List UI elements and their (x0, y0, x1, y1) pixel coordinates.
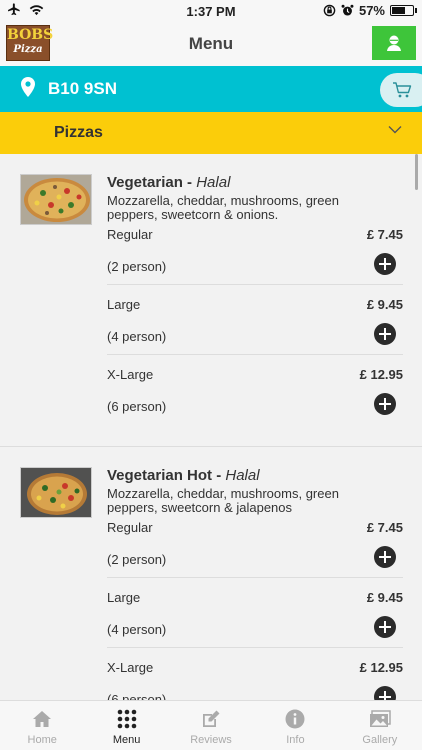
serves-label: (2 person) (107, 259, 167, 274)
pizza-photo (21, 175, 91, 224)
divider (107, 284, 403, 285)
size-label: X-Large (107, 367, 154, 382)
divider (107, 354, 403, 355)
price-label: £ 9.45 (366, 297, 403, 312)
app-header: BOBS Pizza Menu (0, 22, 422, 66)
battery-percent: 57% (358, 3, 385, 18)
status-right: 57% (323, 3, 417, 18)
price-label: £ 12.95 (359, 660, 403, 675)
tab-home[interactable]: Home (0, 701, 84, 750)
battery-level (392, 7, 405, 14)
divider (107, 577, 403, 578)
item-description: Mozzarella, cheddar, mushrooms, green pe… (107, 193, 339, 222)
size-option-xlarge: X-Large £ 12.95 (6 person) (107, 367, 403, 437)
cart-icon (393, 82, 412, 98)
info-icon (285, 709, 305, 729)
rotation-lock-icon (323, 4, 336, 17)
serves-label: (4 person) (107, 329, 167, 344)
category-selector[interactable]: Pizzas (0, 112, 422, 154)
serves-label: (6 person) (107, 399, 167, 414)
chevron-down-icon (388, 126, 402, 134)
user-icon (387, 35, 401, 51)
size-label: Large (107, 297, 141, 312)
price-label: £ 9.45 (366, 590, 403, 605)
serves-label: (2 person) (107, 552, 167, 567)
size-option-large: Large £ 9.45 (4 person) (107, 297, 403, 367)
halal-tag: Halal (225, 467, 260, 484)
tab-label: Reviews (190, 734, 232, 746)
serves-label: (4 person) (107, 622, 167, 637)
halal-tag: Halal (196, 174, 231, 191)
item-title: Vegetarian - Halal (107, 174, 231, 191)
account-button[interactable] (372, 26, 416, 60)
tab-label: Home (27, 734, 57, 746)
price-label: £ 7.45 (366, 227, 403, 242)
edit-icon (203, 710, 220, 727)
size-label: Large (107, 590, 141, 605)
category-label: Pizzas (54, 124, 103, 141)
battery-icon (390, 5, 417, 16)
alarm-icon (341, 4, 354, 16)
add-to-cart-button[interactable] (374, 393, 396, 415)
size-option-large: Large £ 9.45 (4 person) (107, 590, 403, 660)
add-to-cart-button[interactable] (374, 616, 396, 638)
location-bar[interactable]: B10 9SN (0, 66, 422, 112)
status-bar: 1:37 PM 57% (0, 0, 422, 22)
tab-label: Menu (112, 734, 141, 746)
location-pin-icon (21, 77, 35, 97)
menu-item: Vegetarian - Halal Mozzarella, cheddar, … (0, 154, 422, 447)
tab-bar: Home Menu Reviews Info Gallery (0, 700, 422, 750)
add-to-cart-button[interactable] (374, 253, 396, 275)
pizza-image (20, 467, 92, 518)
item-description: Mozzarella, cheddar, mushrooms, green pe… (107, 486, 339, 515)
size-option-regular: Regular £ 7.45 (2 person) (107, 227, 403, 297)
postcode-label: B10 9SN (48, 79, 117, 98)
gallery-icon (369, 710, 391, 727)
tab-label: Info (286, 734, 305, 746)
size-option-regular: Regular £ 7.45 (2 person) (107, 520, 403, 590)
grid-icon (117, 709, 136, 729)
add-to-cart-button[interactable] (374, 686, 396, 700)
pizza-photo (21, 468, 91, 517)
size-option-xlarge: X-Large £ 12.95 (6 person) (107, 660, 403, 700)
size-label: Regular (107, 520, 153, 535)
tab-label: Gallery (362, 734, 398, 746)
add-to-cart-button[interactable] (374, 546, 396, 568)
serves-label: (6 person) (107, 692, 167, 700)
tab-info[interactable]: Info (253, 701, 337, 750)
item-title: Vegetarian Hot - Halal (107, 467, 260, 484)
home-icon (33, 711, 52, 727)
item-name: Vegetarian (107, 174, 183, 191)
divider (107, 647, 403, 648)
page-title: Menu (188, 34, 234, 53)
size-label: Regular (107, 227, 153, 242)
size-label: X-Large (107, 660, 154, 675)
item-name: Vegetarian Hot (107, 467, 213, 484)
tab-menu[interactable]: Menu (84, 701, 168, 750)
price-label: £ 7.45 (366, 520, 403, 535)
cart-button[interactable] (380, 73, 422, 107)
menu-item: Vegetarian Hot - Halal Mozzarella, chedd… (0, 447, 422, 700)
tab-reviews[interactable]: Reviews (169, 701, 253, 750)
tab-gallery[interactable]: Gallery (338, 701, 422, 750)
pizza-image (20, 174, 92, 225)
menu-list[interactable]: Vegetarian - Halal Mozzarella, cheddar, … (0, 154, 422, 700)
add-to-cart-button[interactable] (374, 323, 396, 345)
price-label: £ 12.95 (359, 367, 403, 382)
